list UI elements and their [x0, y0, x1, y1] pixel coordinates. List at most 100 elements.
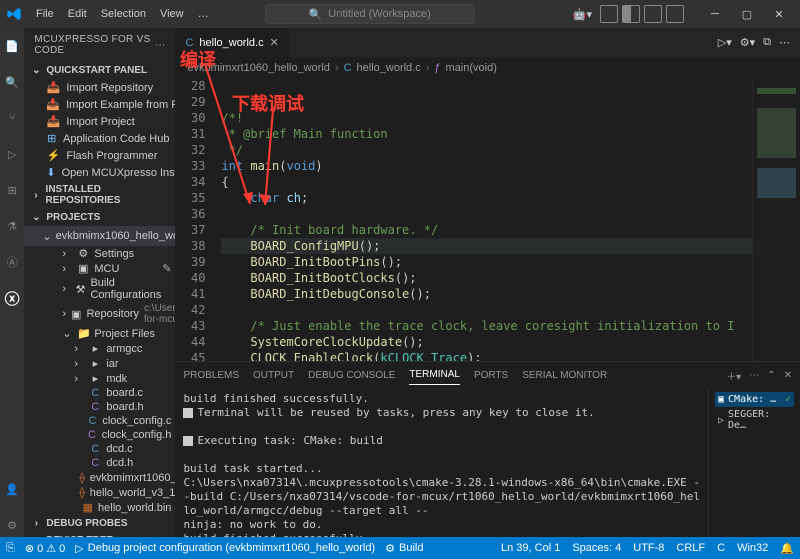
- editor-more-icon[interactable]: ⋯: [779, 36, 790, 49]
- settings-gear-icon[interactable]: ⚙: [0, 513, 24, 537]
- status-debug-config[interactable]: ▷ Debug project configuration (evkbmimxr…: [75, 542, 375, 555]
- search-activity-icon[interactable]: 🔍: [0, 70, 24, 94]
- project-file-3[interactable]: Cboard.c: [28, 386, 175, 400]
- project-child-3[interactable]: ›▣Repository c:\Users\nxa07314\vscode-fo…: [32, 302, 175, 326]
- section-device-tree[interactable]: ›DEVICE TREE: [24, 532, 175, 537]
- project-file-11[interactable]: ▦hello_world.bin: [28, 500, 175, 515]
- section-projects[interactable]: ⌄PROJECTS: [24, 209, 175, 226]
- project-file-1[interactable]: ›▸iar: [28, 356, 175, 371]
- source-control-icon[interactable]: ⑂: [0, 106, 24, 130]
- status-win32[interactable]: Win32: [737, 542, 768, 554]
- code-line-36[interactable]: [221, 206, 800, 222]
- tab-close-icon[interactable]: ✕: [270, 36, 279, 49]
- status-lncol[interactable]: Ln 39, Col 1: [501, 542, 560, 554]
- section-installed[interactable]: ›INSTALLED REPOSITORIES: [24, 181, 175, 209]
- panel-tab-debug-console[interactable]: DEBUG CONSOLE: [308, 366, 395, 385]
- split-editor-icon[interactable]: ⧉: [763, 36, 771, 49]
- terminal-instance-0[interactable]: ▣CMake: …✓: [715, 392, 794, 407]
- panel-tab-output[interactable]: OUTPUT: [253, 366, 294, 385]
- panel-tab-ports[interactable]: PORTS: [474, 366, 508, 385]
- layout-toggle-4[interactable]: [666, 5, 684, 23]
- status-build[interactable]: ⚙ Build: [385, 542, 423, 555]
- layout-toggle-2[interactable]: [622, 5, 640, 23]
- code-line-43[interactable]: /* Just enable the trace clock, leave co…: [221, 318, 800, 334]
- breadcrumb[interactable]: evkbmimxrt1060_hello_world› C hello_worl…: [175, 58, 800, 78]
- code-line-39[interactable]: BOARD_InitBootPins();: [221, 254, 800, 270]
- project-child-0[interactable]: ›⚙Settings: [32, 246, 175, 261]
- layout-toggle-3[interactable]: [644, 5, 662, 23]
- code-line-41[interactable]: BOARD_InitDebugConsole();: [221, 286, 800, 302]
- window-close[interactable]: ✕: [764, 4, 794, 24]
- run-debug-icon[interactable]: ▷: [0, 142, 24, 166]
- extensions-icon[interactable]: ⊞: [0, 178, 24, 202]
- window-maximize[interactable]: ▢: [732, 4, 762, 24]
- terminal-instance-1[interactable]: ▷SEGGER: De…: [715, 407, 794, 433]
- project-file-0[interactable]: ›▸armgcc: [28, 341, 175, 356]
- code-line-28[interactable]: [221, 78, 800, 94]
- command-center[interactable]: 🔍 Untitled (Workspace): [265, 4, 475, 24]
- code-line-33[interactable]: int main(void): [221, 158, 800, 174]
- project-row[interactable]: ⌄ evkbmimx1060_hello_world MCUX… 🛠 ▶ ⧉ ⚙: [24, 226, 175, 246]
- panel-maximize-icon[interactable]: ⌃: [767, 370, 775, 381]
- breadcrumb-file[interactable]: hello_world.c: [357, 62, 421, 74]
- layout-toggle-1[interactable]: [600, 5, 618, 23]
- window-minimize[interactable]: ─: [700, 4, 730, 24]
- menu-edit[interactable]: Edit: [62, 5, 93, 23]
- project-file-9[interactable]: ⟠evkbmimxrt1060_sdram_init.jlinkscript: [28, 470, 175, 485]
- project-file-6[interactable]: Cclock_config.h: [28, 428, 175, 442]
- code-line-38[interactable]: BOARD_ConfigMPU();: [221, 238, 800, 254]
- code-line-40[interactable]: BOARD_InitBootClocks();: [221, 270, 800, 286]
- minimap[interactable]: [752, 78, 800, 361]
- project-file-8[interactable]: Cdcd.h: [28, 456, 175, 470]
- accounts-icon[interactable]: 👤: [0, 477, 24, 501]
- code-editor[interactable]: 2829303132333435363738394041424344454647…: [175, 78, 800, 361]
- code-line-29[interactable]: [221, 94, 800, 110]
- project-child-1[interactable]: ›▣MCU✎: [32, 261, 175, 276]
- project-file-2[interactable]: ›▸mdk: [28, 371, 175, 386]
- panel-tab-terminal[interactable]: TERMINAL: [409, 365, 460, 385]
- copilot-icon[interactable]: 🤖▾: [573, 8, 592, 21]
- status-spaces[interactable]: Spaces: 4: [572, 542, 621, 554]
- mcux-a-icon[interactable]: Ⓐ: [0, 250, 24, 274]
- terminal[interactable]: build finished successfully.Terminal wil…: [175, 388, 708, 537]
- quickstart-item-2[interactable]: 📥Import Project: [24, 113, 175, 130]
- explorer-icon[interactable]: 📄: [0, 34, 24, 58]
- status-lang[interactable]: C: [717, 542, 725, 554]
- code-line-34[interactable]: {: [221, 174, 800, 190]
- mcuxpresso-icon[interactable]: ⓧ: [0, 286, 24, 310]
- editor-settings-icon[interactable]: ⚙▾: [740, 36, 755, 49]
- status-remote-icon[interactable]: ⎘: [6, 542, 15, 555]
- panel-tab-problems[interactable]: PROBLEMS: [183, 366, 239, 385]
- section-quickstart[interactable]: ⌄QUICKSTART PANEL: [24, 62, 175, 79]
- quickstart-item-3[interactable]: ⊞Application Code Hub: [24, 130, 175, 147]
- menu-file[interactable]: File: [30, 5, 60, 23]
- quickstart-item-1[interactable]: 📥Import Example from Repository: [24, 96, 175, 113]
- breadcrumb-folder[interactable]: evkbmimxrt1060_hello_world: [187, 62, 329, 74]
- code-line-42[interactable]: [221, 302, 800, 318]
- quickstart-item-4[interactable]: ⚡Flash Programmer: [24, 147, 175, 164]
- quickstart-item-5[interactable]: ⬇Open MCUXpresso Installer: [24, 164, 175, 181]
- menu-more[interactable]: …: [192, 5, 215, 23]
- testing-icon[interactable]: ⚗: [0, 214, 24, 238]
- project-file-7[interactable]: Cdcd.c: [28, 442, 175, 456]
- code-line-45[interactable]: CLOCK_EnableClock(kCLOCK_Trace);: [221, 350, 800, 361]
- run-dropdown-icon[interactable]: ▷▾: [718, 36, 732, 49]
- project-child-2[interactable]: ›⚒Build Configurations: [32, 276, 175, 302]
- panel-more-icon[interactable]: ⋯: [749, 370, 759, 381]
- section-debug-probes[interactable]: ›DEBUG PROBES: [24, 515, 175, 532]
- menu-selection[interactable]: Selection: [95, 5, 152, 23]
- status-errors[interactable]: ⊗ 0 ⚠ 0: [25, 542, 65, 555]
- menu-view[interactable]: View: [154, 5, 190, 23]
- project-file-10[interactable]: ⟠hello_world_v3_14.xml: [28, 485, 175, 500]
- code-line-30[interactable]: /*!: [221, 110, 800, 126]
- panel-add-icon[interactable]: ＋▾: [726, 368, 741, 383]
- sidebar-more-icon[interactable]: ⋯: [155, 40, 165, 51]
- status-notifications-icon[interactable]: 🔔: [780, 542, 794, 555]
- project-file-4[interactable]: Cboard.h: [28, 400, 175, 414]
- status-encoding[interactable]: UTF-8: [633, 542, 664, 554]
- code-line-44[interactable]: SystemCoreClockUpdate();: [221, 334, 800, 350]
- code-line-31[interactable]: * @brief Main function: [221, 126, 800, 142]
- project-file-5[interactable]: Cclock_config.c: [28, 414, 175, 428]
- code-line-35[interactable]: char ch;: [221, 190, 800, 206]
- panel-close-icon[interactable]: ✕: [784, 370, 792, 381]
